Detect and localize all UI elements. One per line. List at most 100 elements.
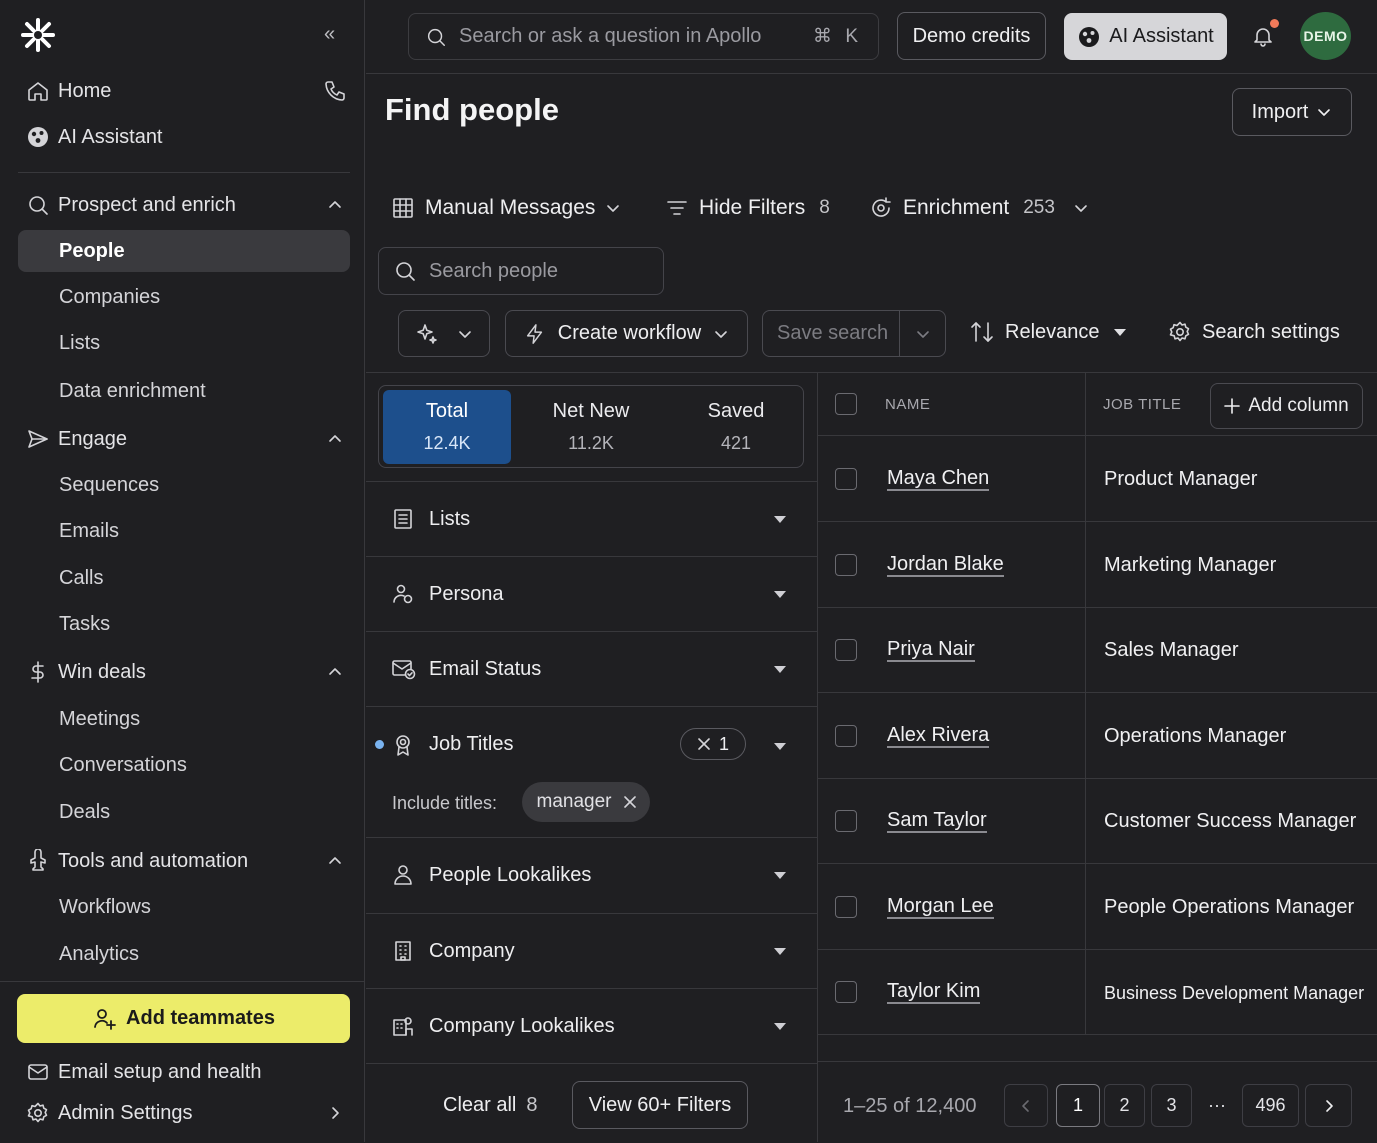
person-name-link[interactable]: Sam Taylor	[887, 809, 987, 833]
chevron-down-icon	[1073, 200, 1089, 216]
bell-icon[interactable]	[1251, 24, 1275, 48]
sidebar-item-tasks[interactable]: Tasks	[18, 603, 350, 645]
row-checkbox[interactable]	[835, 554, 857, 576]
tab-label: Net New	[552, 400, 630, 422]
person-name-link[interactable]: Morgan Lee	[887, 895, 994, 919]
chevron-down-icon[interactable]	[899, 311, 945, 356]
filter-persona[interactable]: Persona	[366, 556, 818, 631]
sidebar-item-conversations[interactable]: Conversations	[18, 744, 350, 786]
global-search-input[interactable]: Search or ask a question in Apollo ⌘ K	[408, 13, 879, 60]
row-checkbox[interactable]	[835, 725, 857, 747]
clear-all-button[interactable]: Clear all 8	[443, 1094, 537, 1117]
apollo-logo-icon[interactable]	[20, 17, 56, 53]
row-checkbox[interactable]	[835, 981, 857, 1003]
collapse-sidebar-icon[interactable]: «	[324, 24, 335, 44]
badge-icon	[391, 733, 429, 757]
person-name-link[interactable]: Priya Nair	[887, 638, 975, 662]
sidebar-item-home[interactable]: Home	[18, 70, 350, 112]
chevron-up-icon[interactable]	[320, 853, 350, 869]
sidebar-item-sequences[interactable]: Sequences	[18, 464, 350, 506]
next-page-button[interactable]	[1305, 1084, 1352, 1127]
demo-credits-button[interactable]: Demo credits	[897, 12, 1046, 60]
close-icon[interactable]	[623, 796, 636, 808]
lightning-icon	[524, 323, 546, 345]
filter-email-status[interactable]: Email Status	[366, 631, 818, 706]
building-icon	[391, 939, 429, 963]
person-name-link[interactable]: Jordan Blake	[887, 553, 1004, 577]
sidebar-section-tools[interactable]: Tools and automation	[18, 840, 350, 882]
prev-page-button[interactable]	[1004, 1084, 1048, 1127]
divider	[366, 1063, 818, 1064]
list-icon	[391, 507, 429, 531]
filter-lists[interactable]: Lists	[366, 481, 818, 556]
ai-assistant-button[interactable]: AI Assistant	[1064, 13, 1227, 60]
filter-company-lookalikes[interactable]: Company Lookalikes	[366, 988, 818, 1063]
sidebar-item-meetings[interactable]: Meetings	[18, 698, 350, 740]
row-checkbox[interactable]	[835, 810, 857, 832]
phone-icon[interactable]	[320, 79, 350, 103]
person-name-link[interactable]: Taylor Kim	[887, 980, 981, 1004]
sidebar-item-deals[interactable]: Deals	[18, 791, 350, 833]
person-name-link[interactable]: Maya Chen	[887, 467, 990, 491]
create-workflow-button[interactable]: Create workflow	[505, 310, 748, 357]
sidebar-item-workflows[interactable]: Workflows	[18, 886, 350, 928]
sidebar-item-email-setup[interactable]: Email setup and health	[18, 1051, 350, 1093]
search-people-input[interactable]: Search people	[378, 247, 664, 295]
sidebar-item-data-enrichment[interactable]: Data enrichment	[18, 370, 350, 412]
column-header-job-title[interactable]: JOB TITLE	[1103, 396, 1181, 413]
chevron-up-icon[interactable]	[320, 664, 350, 680]
table-row[interactable]: Morgan Lee People Operations Manager	[818, 864, 1377, 950]
relevance-sort-dropdown[interactable]: Relevance	[969, 320, 1126, 344]
page-button[interactable]: 2	[1104, 1084, 1145, 1127]
page-button[interactable]: 1	[1056, 1084, 1100, 1127]
import-button[interactable]: Import	[1232, 88, 1352, 136]
table-row[interactable]: Taylor Kim Business Development Manager	[818, 949, 1377, 1035]
view-more-filters-button[interactable]: View 60+ Filters	[572, 1081, 748, 1129]
sidebar-item-emails[interactable]: Emails	[18, 510, 350, 552]
row-checkbox[interactable]	[835, 468, 857, 490]
row-checkbox[interactable]	[835, 639, 857, 661]
sidebar-item-calls[interactable]: Calls	[18, 557, 350, 599]
add-column-button[interactable]: Add column	[1210, 383, 1363, 429]
sidebar-item-admin-settings[interactable]: Admin Settings	[18, 1092, 350, 1134]
row-checkbox[interactable]	[835, 896, 857, 918]
sidebar-item-ai-assistant[interactable]: AI Assistant	[18, 116, 350, 158]
table-row[interactable]: Sam Taylor Customer Success Manager	[818, 778, 1377, 864]
add-teammates-button[interactable]: Add teammates	[17, 994, 350, 1043]
ai-assistant-icon	[18, 125, 58, 149]
sidebar-item-companies[interactable]: Companies	[18, 276, 350, 318]
column-header-name[interactable]: NAME	[885, 396, 930, 413]
avatar[interactable]: DEMO	[1300, 12, 1351, 60]
person-name-link[interactable]: Alex Rivera	[887, 724, 990, 748]
hide-filters-button[interactable]: Hide Filters 8	[665, 196, 830, 220]
sidebar-section-label: Prospect and enrich	[58, 193, 236, 216]
table-row[interactable]: Alex Rivera Operations Manager	[818, 693, 1377, 779]
enrichment-dropdown[interactable]: Enrichment 253	[869, 196, 1089, 220]
tab-net-new[interactable]: Net New 11.2K	[527, 390, 655, 464]
sidebar-item-lists[interactable]: Lists	[18, 322, 350, 364]
manual-messages-dropdown[interactable]: Manual Messages	[391, 196, 621, 220]
page-button[interactable]: 496	[1242, 1084, 1299, 1127]
table-row[interactable]: Priya Nair Sales Manager	[818, 607, 1377, 693]
title-chip-manager[interactable]: manager	[522, 782, 650, 822]
table-row[interactable]: Jordan Blake Marketing Manager	[818, 522, 1377, 608]
sidebar-item-people[interactable]: People	[18, 230, 350, 272]
sidebar-section-win-deals[interactable]: Win deals	[18, 651, 350, 693]
search-settings-button[interactable]: Search settings	[1168, 320, 1340, 344]
filter-company[interactable]: Company	[366, 913, 818, 988]
clear-job-titles-chip[interactable]: 1	[680, 728, 746, 760]
select-all-checkbox[interactable]	[835, 393, 857, 415]
filter-people-lookalikes[interactable]: People Lookalikes	[366, 837, 818, 912]
sidebar-section-prospect[interactable]: Prospect and enrich	[18, 184, 350, 226]
chevron-right-icon[interactable]	[320, 1105, 350, 1121]
sidebar-item-analytics[interactable]: Analytics	[18, 933, 350, 975]
tab-saved[interactable]: Saved 421	[672, 390, 800, 464]
page-button[interactable]: 3	[1151, 1084, 1192, 1127]
chevron-up-icon[interactable]	[320, 431, 350, 447]
sidebar-section-engage[interactable]: Engage	[18, 418, 350, 460]
chevron-up-icon[interactable]	[320, 197, 350, 213]
table-row[interactable]: Maya Chen Product Manager	[818, 436, 1377, 522]
ai-filter-button[interactable]	[398, 310, 490, 357]
save-search-button[interactable]: Save search	[762, 310, 946, 357]
tab-total[interactable]: Total 12.4K	[383, 390, 511, 464]
